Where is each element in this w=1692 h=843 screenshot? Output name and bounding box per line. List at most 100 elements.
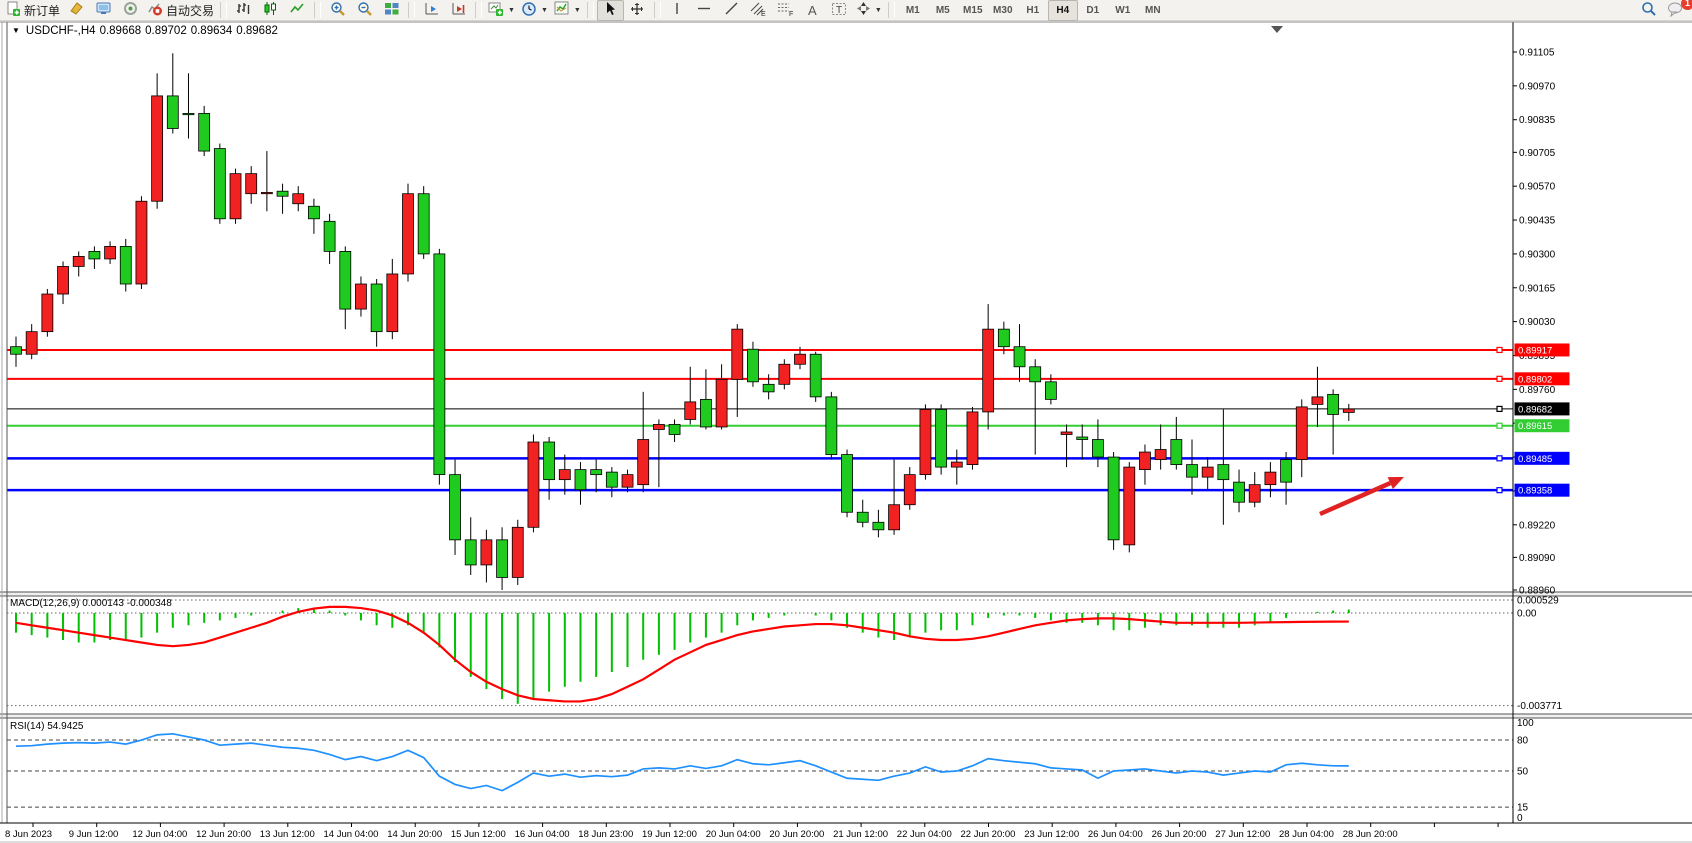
svg-text:20 Jun 20:00: 20 Jun 20:00 <box>769 829 824 840</box>
tile-windows-button[interactable] <box>378 0 405 21</box>
ohlc-low: 0.89634 <box>191 25 233 37</box>
trendline-icon <box>724 1 739 19</box>
svg-text:26 Jun 20:00: 26 Jun 20:00 <box>1152 829 1207 840</box>
svg-text:13 Jun 12:00: 13 Jun 12:00 <box>260 829 315 840</box>
toolbar-separator <box>654 2 661 18</box>
timeframe-m15-button[interactable]: M15 <box>958 0 988 21</box>
svg-text:14 Jun 20:00: 14 Jun 20:00 <box>387 829 442 840</box>
toolbar-separator <box>314 2 321 18</box>
chart-canvas[interactable]: 0.911050.909700.908350.907050.905700.904… <box>0 21 1692 843</box>
svg-text:0.90300: 0.90300 <box>1519 249 1556 260</box>
zoom-in-icon <box>330 1 346 20</box>
notifications-button[interactable]: 1 <box>1662 0 1689 21</box>
timeframe-mn-button[interactable]: MN <box>1138 0 1168 21</box>
svg-text:0.89917: 0.89917 <box>1518 345 1552 356</box>
candlestick-chart-button[interactable] <box>257 0 284 21</box>
fibonacci-tool-button[interactable]: F <box>772 0 799 21</box>
horizontal-line-tool-button[interactable] <box>691 0 718 21</box>
new-order-button[interactable]: 新订单 <box>3 0 63 21</box>
svg-text:0.90970: 0.90970 <box>1519 81 1556 92</box>
svg-text:28 Jun 20:00: 28 Jun 20:00 <box>1343 829 1398 840</box>
chart-shift-button[interactable] <box>445 0 472 21</box>
chevron-down-icon: ▼ <box>508 7 515 14</box>
horizontal-line-icon <box>696 1 712 19</box>
cursor-tool-button[interactable] <box>597 0 624 21</box>
svg-text:50: 50 <box>1517 767 1529 778</box>
candlestick-chart-icon <box>263 1 278 19</box>
terminal-button[interactable] <box>90 0 117 21</box>
text-tool-button[interactable]: A <box>799 0 826 21</box>
tile-windows-icon <box>384 1 400 19</box>
clock-icon <box>521 1 537 20</box>
svg-text:27 Jun 12:00: 27 Jun 12:00 <box>1215 829 1270 840</box>
signals-button[interactable] <box>117 0 144 21</box>
new-chart-button[interactable]: ▼ <box>485 0 518 21</box>
new-order-label: 新订单 <box>24 2 60 19</box>
styler-brush-icon <box>69 1 84 19</box>
indicators-button[interactable]: ▼ <box>551 0 584 21</box>
timeframe-m1-button[interactable]: M1 <box>898 0 928 21</box>
svg-text:0.90435: 0.90435 <box>1519 216 1556 227</box>
svg-text:0.90835: 0.90835 <box>1519 115 1556 126</box>
auto-scroll-button[interactable] <box>418 0 445 21</box>
timeframe-d1-button[interactable]: D1 <box>1078 0 1108 21</box>
timeframe-m5-button[interactable]: M5 <box>928 0 958 21</box>
svg-text:20 Jun 04:00: 20 Jun 04:00 <box>706 829 761 840</box>
bar-chart-icon <box>236 1 251 19</box>
equidistant-channel-icon: E <box>750 1 767 20</box>
svg-text:15: 15 <box>1517 803 1529 814</box>
arrows-tool-button[interactable]: ▼ <box>853 0 885 21</box>
svg-text:12 Jun 04:00: 12 Jun 04:00 <box>132 829 187 840</box>
autotrading-icon <box>147 1 163 19</box>
svg-text:0.91105: 0.91105 <box>1519 48 1555 59</box>
timeframe-h1-button[interactable]: H1 <box>1018 0 1048 21</box>
chevron-down-icon: ▼ <box>875 7 882 14</box>
timeframe-m30-button[interactable]: M30 <box>988 0 1018 21</box>
svg-text:80: 80 <box>1517 736 1529 747</box>
text-label-tool-button[interactable]: T <box>826 0 853 21</box>
svg-text:18 Jun 23:00: 18 Jun 23:00 <box>578 829 633 840</box>
svg-text:0.89682: 0.89682 <box>1518 404 1552 415</box>
svg-text:28 Jun 04:00: 28 Jun 04:00 <box>1279 829 1334 840</box>
svg-text:-0.003771: -0.003771 <box>1517 701 1562 712</box>
new-order-icon <box>6 1 21 19</box>
zoom-out-button[interactable] <box>351 0 378 21</box>
styler-button[interactable] <box>63 0 90 21</box>
symbol-dropdown-icon[interactable]: ▼ <box>12 26 20 35</box>
trendline-tool-button[interactable] <box>718 0 745 21</box>
profiles-button[interactable]: ▼ <box>518 0 551 21</box>
svg-text:0.90705: 0.90705 <box>1519 148 1556 159</box>
chart-title: ▼USDCHF-,H40.896680.897020.896340.89682 <box>12 25 278 37</box>
svg-text:16 Jun 04:00: 16 Jun 04:00 <box>515 829 570 840</box>
line-chart-icon <box>290 1 305 19</box>
crosshair-icon <box>629 1 645 20</box>
timeframe-w1-button[interactable]: W1 <box>1108 0 1138 21</box>
svg-text:8 Jun 2023: 8 Jun 2023 <box>5 829 52 840</box>
search-button[interactable] <box>1635 0 1662 21</box>
crosshair-tool-button[interactable] <box>624 0 651 21</box>
fibonacci-icon: F <box>777 1 794 20</box>
terminal-icon <box>96 1 112 19</box>
macd-indicator-label: MACD(12,26,9) 0.000143 -0.000348 <box>10 598 172 609</box>
chart-window: 0.911050.909700.908350.907050.905700.904… <box>0 21 1692 843</box>
mt4-window: 新订单 自动交易 <box>0 0 1692 843</box>
svg-text:23 Jun 12:00: 23 Jun 12:00 <box>1024 829 1079 840</box>
timeframe-h4-button[interactable]: H4 <box>1048 0 1078 21</box>
line-chart-button[interactable] <box>284 0 311 21</box>
svg-text:0: 0 <box>1517 813 1523 824</box>
autotrading-button[interactable]: 自动交易 <box>144 0 217 21</box>
chevron-down-icon: ▼ <box>574 7 581 14</box>
svg-text:0.89485: 0.89485 <box>1518 454 1552 465</box>
vertical-line-tool-button[interactable] <box>664 0 691 21</box>
vertical-line-icon <box>671 1 683 19</box>
bar-chart-button[interactable] <box>230 0 257 21</box>
search-icon <box>1641 1 1657 20</box>
svg-text:0.00: 0.00 <box>1517 609 1537 620</box>
zoom-in-button[interactable] <box>324 0 351 21</box>
channel-tool-button[interactable]: E <box>745 0 772 21</box>
svg-text:12 Jun 20:00: 12 Jun 20:00 <box>196 829 251 840</box>
toolbar-separator <box>587 2 594 18</box>
toolbar-separator <box>888 2 895 18</box>
cursor-icon <box>603 1 617 19</box>
svg-text:T: T <box>836 5 842 16</box>
